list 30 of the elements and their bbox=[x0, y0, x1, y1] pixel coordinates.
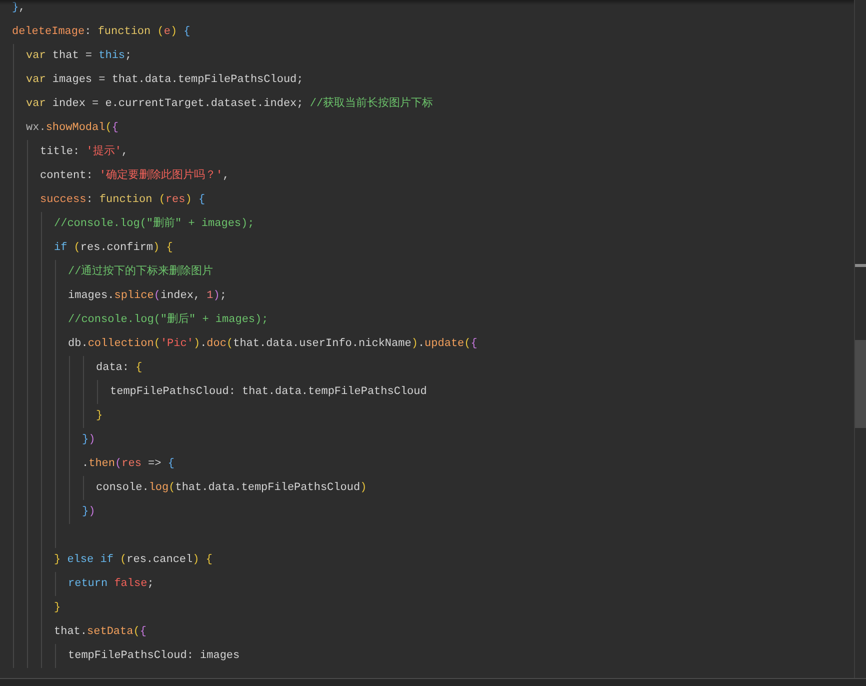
code-line: //通过按下的下标来删除图片 bbox=[68, 264, 214, 280]
code-line: title: '提示', bbox=[40, 144, 128, 160]
code-line: images.splice(index, 1); bbox=[68, 289, 226, 304]
code-line: //console.log("删后" + images); bbox=[68, 312, 268, 328]
code-line: if (res.confirm) { bbox=[54, 241, 173, 256]
code-line: //console.log("删前" + images); bbox=[54, 216, 254, 232]
code-line: success: function (res) { bbox=[40, 193, 206, 208]
scroll-thumb[interactable] bbox=[855, 340, 866, 428]
horizontal-scrollbar[interactable] bbox=[0, 678, 866, 686]
code-line: }) bbox=[82, 433, 96, 448]
code-line: var that = this; bbox=[26, 49, 132, 64]
scroll-marker bbox=[855, 264, 866, 267]
code-line: tempFilePathsCloud: images bbox=[68, 649, 240, 664]
code-line: wx.showModal({ bbox=[26, 121, 118, 136]
code-line: return false; bbox=[68, 577, 154, 592]
code-line: } bbox=[54, 601, 61, 616]
code-line: }) bbox=[82, 505, 96, 520]
code-line: }, bbox=[12, 1, 26, 16]
code-line: content: '确定要删除此图片吗？', bbox=[40, 168, 230, 184]
code-line: console.log(that.data.tempFilePathsCloud) bbox=[96, 481, 367, 496]
code-line: deleteImage: function (e) { bbox=[12, 25, 190, 40]
code-line: db.collection('Pic').doc(that.data.userInfo.nickName).update({ bbox=[68, 337, 478, 352]
code-line: .then(res => { bbox=[82, 457, 174, 472]
code-line: var images = that.data.tempFilePathsCloud; bbox=[26, 73, 304, 88]
code-line: that.setData({ bbox=[54, 625, 146, 640]
code-line: } else if (res.cancel) { bbox=[54, 553, 212, 568]
code-line: } bbox=[96, 409, 103, 424]
code-line: tempFilePathsCloud: that.data.tempFilePathsCloud bbox=[110, 385, 427, 400]
code-line: data: { bbox=[96, 361, 142, 376]
code-line: var index = e.currentTarget.dataset.index; //获取当前长按图片下标 bbox=[26, 96, 434, 112]
